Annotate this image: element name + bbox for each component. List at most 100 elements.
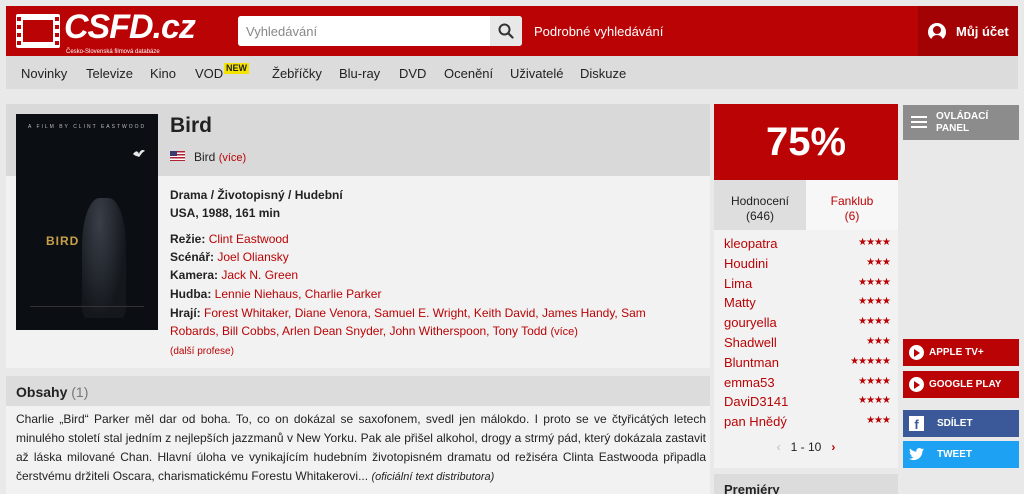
account-button[interactable]: Můj účet: [918, 6, 1018, 56]
rater-row: DaviD3141 ★★★★: [724, 392, 891, 412]
crew-cast: Hrají: Forest Whitaker, Diane Venora, Sa…: [170, 306, 646, 320]
usa-flag-icon: [170, 151, 185, 161]
control-panel-label: OVLÁDACÍ PANEL: [936, 111, 989, 134]
star-rating-icon: ★★★★: [858, 276, 891, 288]
star-rating-icon: ★★★★: [858, 237, 891, 248]
tab-fanclub[interactable]: Fanklub (6): [806, 180, 898, 230]
premieres-section: Premiéry: [714, 474, 898, 494]
pager-next-button[interactable]: ›: [831, 440, 835, 454]
advanced-search-link[interactable]: Podrobné vyhledávání: [534, 24, 663, 39]
synopsis-source: (oficiální text distributora): [371, 471, 495, 483]
twitter-icon: [909, 447, 924, 461]
film-genres: Drama / Životopisný / Hudební: [170, 188, 343, 202]
composer-link-1[interactable]: Lennie Niehaus: [215, 287, 298, 301]
search-icon: [498, 23, 514, 39]
search-input[interactable]: [238, 16, 488, 46]
rater-name-link[interactable]: Lima: [724, 276, 752, 291]
nav-item-zebricky[interactable]: Žebříčky: [272, 66, 322, 81]
star-rating-icon: ★★★: [866, 256, 891, 268]
star-rating-icon: ★★★★: [858, 375, 891, 387]
nav-item-dvd[interactable]: DVD: [399, 66, 426, 81]
rater-pager: ‹ 1 - 10 ›: [714, 440, 898, 460]
new-badge: NEW: [224, 63, 249, 74]
rater-name-link[interactable]: Shadwell: [724, 335, 777, 350]
rater-row: emma53 ★★★★: [724, 373, 891, 393]
menu-icon: [911, 116, 927, 128]
poster-title: BIRD: [46, 234, 80, 248]
film-info-panel: A FILM BY CLINT EASTWOOD BIRD Bird Bird …: [6, 104, 710, 368]
poster-credits: [30, 306, 144, 320]
rater-name-link[interactable]: Bluntman: [724, 355, 779, 370]
pager-prev-button[interactable]: ‹: [777, 440, 781, 454]
crew-writing: Scénář: Joel Oliansky: [170, 250, 289, 264]
film-reel-icon: [16, 14, 60, 48]
more-professions-link[interactable]: (další profese): [170, 346, 234, 357]
rater-name-link[interactable]: kleopatra: [724, 236, 777, 251]
star-rating-icon: ★★★★: [858, 316, 891, 328]
rater-row: pan Hnědý ★★★: [724, 412, 891, 432]
camera-link[interactable]: Jack N. Green: [221, 268, 298, 282]
rater-name-link[interactable]: DaviD3141: [724, 394, 788, 409]
synopsis-title: Obsahy (1): [16, 384, 89, 400]
nav-item-kino[interactable]: Kino: [150, 66, 176, 81]
crew-camera: Kamera: Jack N. Green: [170, 268, 299, 282]
rater-row: Bluntman ★★★★★: [724, 353, 891, 373]
alt-title-more-link[interactable]: (více): [219, 152, 247, 164]
rater-name-link[interactable]: pan Hnědý: [724, 414, 787, 429]
facebook-share-button[interactable]: f SDÍLET: [903, 410, 1019, 437]
site-header: CSFD.cz Česko-Slovenská filmová databáze…: [6, 6, 1018, 56]
rater-name-link[interactable]: emma53: [724, 375, 775, 390]
user-icon: [928, 23, 946, 41]
star-rating-icon: ★★★★★: [850, 355, 891, 367]
rater-list: kleopatra ★★★★ Houdini ★★★ Lima ★★★★ Matty ★★★★…: [724, 234, 891, 432]
rater-name-link[interactable]: Matty: [724, 295, 756, 310]
pager-label: 1 - 10: [790, 440, 822, 454]
synopsis-text: Charlie „Bird“ Parker měl dar od boha. T…: [16, 412, 706, 483]
composer-link-2[interactable]: Charlie Parker: [305, 287, 382, 301]
logo-tagline: Česko-Slovenská filmová databáze: [66, 49, 160, 55]
search-box: [238, 16, 522, 46]
star-rating-icon: ★★★★: [858, 296, 891, 308]
facebook-icon: f: [909, 416, 924, 432]
main-nav: Novinky Televize Kino VOD NEW Žebříčky B…: [6, 56, 1018, 89]
poster-bird-icon: [133, 150, 145, 157]
nav-item-vod[interactable]: VOD: [195, 66, 223, 81]
google-play-label: GOOGLE PLAY: [929, 379, 1002, 390]
nav-item-uzivatele[interactable]: Uživatelé: [510, 66, 563, 81]
search-button[interactable]: [490, 16, 522, 46]
cast-more-link[interactable]: (více): [550, 326, 578, 338]
tweet-button[interactable]: TWEET: [903, 441, 1019, 468]
writer-link[interactable]: Joel Oliansky: [217, 250, 288, 264]
nav-item-oceneni[interactable]: Ocenění: [444, 66, 493, 81]
cast-links-line1[interactable]: Forest Whitaker, Diane Venora, Samuel E.…: [204, 306, 646, 320]
film-title: Bird: [170, 114, 212, 137]
film-poster[interactable]: A FILM BY CLINT EASTWOOD BIRD: [16, 114, 158, 330]
site-logo[interactable]: CSFD.cz Česko-Slovenská filmová databáze: [16, 8, 196, 55]
logo-text: CSFD.cz: [64, 8, 196, 46]
rater-row: Houdini ★★★: [724, 254, 891, 274]
apple-tv-button[interactable]: APPLE TV+: [903, 339, 1019, 366]
synopsis-panel: Obsahy (1) Charlie „Bird“ Parker měl dar…: [6, 376, 710, 494]
crew-music: Hudba: Lennie Niehaus, Charlie Parker: [170, 287, 382, 301]
rater-row: Lima ★★★★: [724, 274, 891, 294]
director-link[interactable]: Clint Eastwood: [209, 232, 289, 246]
nav-item-diskuze[interactable]: Diskuze: [580, 66, 626, 81]
star-rating-icon: ★★★: [866, 415, 891, 427]
rater-row: kleopatra ★★★★: [724, 234, 891, 254]
tab-ratings[interactable]: Hodnocení (646): [714, 180, 806, 230]
nav-item-novinky[interactable]: Novinky: [21, 66, 67, 81]
tweet-label: TWEET: [937, 449, 972, 460]
rater-name-link[interactable]: gouryella: [724, 315, 777, 330]
google-play-button[interactable]: GOOGLE PLAY: [903, 371, 1019, 398]
control-panel-button[interactable]: OVLÁDACÍ PANEL: [903, 105, 1019, 140]
crew-directing: Režie: Clint Eastwood: [170, 232, 289, 246]
nav-item-bluray[interactable]: Blu-ray: [339, 66, 380, 81]
star-rating-icon: ★★★★: [858, 395, 891, 407]
cast-line-2: Robards, Bill Cobbs, Arlen Dean Snyder, …: [170, 324, 578, 338]
film-origin: USA, 1988, 161 min: [170, 206, 281, 220]
nav-item-televize[interactable]: Televize: [86, 66, 133, 81]
rater-row: Matty ★★★★: [724, 293, 891, 313]
play-icon: [909, 377, 924, 392]
rater-name-link[interactable]: Houdini: [724, 256, 768, 271]
cast-links-line2[interactable]: Robards, Bill Cobbs, Arlen Dean Snyder, …: [170, 324, 547, 338]
